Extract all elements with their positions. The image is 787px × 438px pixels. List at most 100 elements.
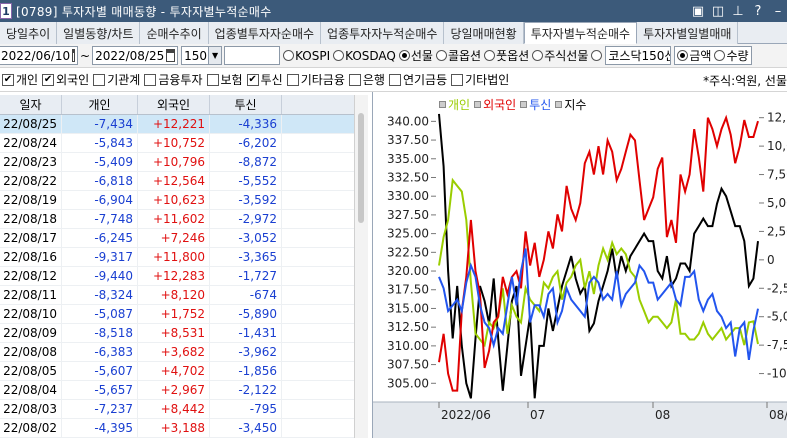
cell-foreign: +12,564 bbox=[138, 172, 210, 190]
date-from-field[interactable]: 2022/06/10 bbox=[0, 46, 78, 65]
tab-7[interactable]: 투자자별일별매매 bbox=[637, 22, 739, 44]
x-tick-label: 08/ bbox=[769, 408, 787, 422]
cell-date: 22/08/24 bbox=[0, 134, 62, 152]
unit-note: *주식:억원, 선물 bbox=[703, 74, 787, 88]
table-row[interactable]: 22/08/08 -6,383 +3,682 -3,962 bbox=[0, 343, 354, 362]
y-right-tick-label: -5,00 bbox=[767, 310, 787, 324]
table-row[interactable]: 22/08/02 -4,395 +3,188 -3,450 bbox=[0, 419, 354, 438]
y-left-tick-label: 307.50 bbox=[387, 358, 429, 372]
legend-item[interactable]: 지수 bbox=[555, 96, 586, 113]
radio-put[interactable]: 풋옵션 bbox=[484, 47, 529, 64]
table-row[interactable]: 22/08/09 -8,518 +8,531 -1,431 bbox=[0, 324, 354, 343]
checkbox-icon bbox=[144, 73, 157, 86]
tab-3[interactable]: 업종별투자자순매수 bbox=[208, 22, 322, 44]
filter-foreign[interactable]: ✔ 외국인 bbox=[42, 71, 89, 88]
table-row[interactable]: 22/08/23 -5,409 +10,796 -8,872 bbox=[0, 153, 354, 172]
cell-foreign: +8,531 bbox=[138, 324, 210, 342]
index-combo[interactable]: 코스닥150선 bbox=[605, 46, 672, 65]
radio-circle-icon bbox=[677, 50, 689, 61]
title-bar: 1 [0789] 투자자별 매매동향 - 투자자별누적순매수 ▣ ◫ ⊥ ? – bbox=[0, 0, 787, 22]
cell-foreign: +11,602 bbox=[138, 210, 210, 228]
column-header-individual[interactable]: 개인 bbox=[62, 95, 138, 114]
tab-5[interactable]: 당일매매현황 bbox=[444, 22, 524, 44]
cell-foreign: +12,221 bbox=[138, 115, 210, 133]
legend-item[interactable]: 투신 bbox=[520, 96, 551, 113]
cell-individual: -5,657 bbox=[62, 381, 138, 399]
series-line-외국인 bbox=[438, 114, 759, 392]
table-body: 22/08/25 -7,434 +12,221 -4,336 22/08/24 -5,84… bbox=[0, 115, 354, 438]
y-left-tick-label: 305.00 bbox=[387, 376, 429, 390]
filter-trust[interactable]: ✔ 투신 bbox=[246, 71, 283, 88]
window-icon[interactable]: ◫ bbox=[709, 2, 727, 20]
y-right-tick-label: 0 bbox=[767, 253, 775, 267]
radio-stock-futures[interactable]: 주식선물 bbox=[532, 47, 588, 64]
table-row[interactable]: 22/08/19 -6,904 +10,623 -3,592 bbox=[0, 191, 354, 210]
filter-pension[interactable]: 연기금등 bbox=[388, 71, 447, 88]
column-header-date[interactable]: 일자 bbox=[0, 95, 62, 114]
legend-swatch-icon bbox=[439, 101, 446, 108]
cell-date: 22/08/17 bbox=[0, 229, 62, 247]
tab-1[interactable]: 일별동향/차트 bbox=[57, 22, 141, 44]
table-scrollbar[interactable] bbox=[354, 95, 368, 438]
date-to-field[interactable]: 2022/08/25 bbox=[92, 46, 179, 65]
cell-trust: -2,972 bbox=[210, 210, 282, 228]
filter-institution[interactable]: 기관계 bbox=[93, 71, 140, 88]
tab-6[interactable]: 투자자별누적순매수 bbox=[523, 22, 638, 44]
y-left-tick-label: 340.00 bbox=[387, 114, 429, 128]
y-right-tick-label: -7,50 bbox=[767, 338, 787, 352]
tab-0[interactable]: 당일추이 bbox=[0, 22, 58, 44]
radio-futures[interactable]: 선물 bbox=[398, 47, 433, 64]
amount-qty-toggle: 금액 수량 bbox=[674, 46, 752, 65]
table-row[interactable]: 22/08/17 -6,245 +7,246 -3,052 bbox=[0, 229, 354, 248]
minimize-icon[interactable]: – bbox=[769, 2, 787, 20]
cell-foreign: +10,752 bbox=[138, 134, 210, 152]
filter-insurance[interactable]: 보험 bbox=[206, 71, 243, 88]
radio-kosdaq[interactable]: KOSDAQ bbox=[333, 49, 396, 63]
scrollbar-thumb[interactable] bbox=[358, 113, 364, 223]
legend-item[interactable]: 외국인 bbox=[474, 96, 516, 113]
radio-index-select[interactable] bbox=[591, 50, 603, 61]
filter-bank[interactable]: 은행 bbox=[348, 71, 385, 88]
cell-individual: -5,087 bbox=[62, 305, 138, 323]
help-icon[interactable]: ? bbox=[749, 2, 767, 20]
x-tick-label: 2022/06 bbox=[441, 408, 491, 422]
count-select[interactable]: 150 ▼ bbox=[181, 46, 223, 65]
tab-2[interactable]: 순매수추이 bbox=[140, 22, 209, 44]
y-right-tick-label: 10,00 bbox=[767, 139, 787, 153]
filter-individual[interactable]: ✔ 개인 bbox=[2, 71, 38, 88]
tab-4[interactable]: 업종투자자누적순매수 bbox=[321, 22, 445, 44]
table-row[interactable]: 22/08/12 -9,440 +12,283 -1,727 bbox=[0, 267, 354, 286]
filter-other-financial[interactable]: 기타금융 bbox=[286, 71, 345, 88]
radio-label: 주식선물 bbox=[544, 49, 589, 63]
chevron-down-icon[interactable]: ▼ bbox=[208, 47, 222, 64]
table-row[interactable]: 22/08/16 -9,317 +11,800 -3,365 bbox=[0, 248, 354, 267]
radio-kospi[interactable]: KOSPI bbox=[283, 49, 330, 63]
table-row[interactable]: 22/08/25 -7,434 +12,221 -4,336 bbox=[0, 115, 354, 134]
table-row[interactable]: 22/08/05 -5,607 +4,702 -1,856 bbox=[0, 362, 354, 381]
filter-other-corp[interactable]: 기타법인 bbox=[451, 71, 509, 88]
calendar-icon[interactable] bbox=[72, 49, 75, 62]
legend-item[interactable]: 개인 bbox=[439, 96, 470, 113]
calendar-icon[interactable] bbox=[166, 49, 176, 62]
column-header-foreign[interactable]: 외국인 bbox=[138, 95, 210, 114]
y-right-tick-label: -10 bbox=[767, 367, 787, 381]
checkbox-icon bbox=[93, 73, 106, 86]
radio-call[interactable]: 콜옵션 bbox=[435, 47, 481, 64]
table-row[interactable]: 22/08/18 -7,748 +11,602 -2,972 bbox=[0, 210, 354, 229]
lock-icon[interactable]: ⊥ bbox=[729, 2, 747, 20]
radio-amount[interactable]: 금액 bbox=[677, 47, 711, 64]
table-row[interactable]: 22/08/24 -5,843 +10,752 -6,202 bbox=[0, 134, 354, 153]
legend-swatch-icon bbox=[474, 101, 482, 108]
table-row[interactable]: 22/08/10 -5,087 +1,752 -5,890 bbox=[0, 305, 354, 324]
table-row[interactable]: 22/08/11 -8,324 +8,120 -674 bbox=[0, 286, 354, 305]
radio-quantity[interactable]: 수량 bbox=[714, 47, 749, 64]
link-icon[interactable]: ▣ bbox=[689, 2, 707, 20]
table-row[interactable]: 22/08/04 -5,657 +2,967 -2,122 bbox=[0, 381, 354, 400]
table-row[interactable]: 22/08/03 -7,237 +8,442 -795 bbox=[0, 400, 354, 419]
table-row[interactable]: 22/08/22 -6,818 +12,564 -5,552 bbox=[0, 172, 354, 191]
filter-financial[interactable]: 금융투자 bbox=[144, 71, 203, 88]
cell-individual: -6,818 bbox=[62, 172, 138, 190]
column-header-trust[interactable]: 투신 bbox=[210, 95, 282, 114]
y-left-tick-label: 312.50 bbox=[387, 320, 429, 334]
code-input[interactable] bbox=[224, 46, 281, 65]
